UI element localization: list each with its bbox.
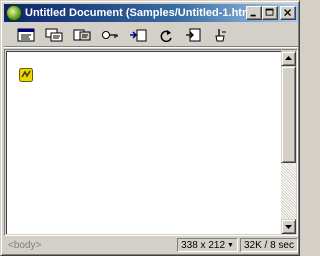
download-stats: 32K / 8 sec — [239, 238, 298, 252]
design-view-canvas[interactable] — [6, 51, 283, 234]
scroll-up-button[interactable] — [281, 51, 296, 66]
code-navigation-icon[interactable] — [210, 25, 234, 45]
status-bar: <body> 338 x 212 ▼ 32K / 8 sec — [4, 237, 298, 253]
page-properties-icon[interactable] — [70, 25, 94, 45]
maximize-button[interactable] — [262, 6, 278, 20]
window-size-popup[interactable]: 338 x 212 ▼ — [177, 238, 238, 252]
window-size-value: 338 x 212 — [181, 239, 226, 251]
scroll-down-button[interactable] — [281, 219, 296, 234]
scroll-thumb[interactable] — [281, 66, 296, 163]
chevron-down-icon: ▼ — [227, 241, 234, 249]
vertical-scrollbar[interactable] — [281, 51, 296, 234]
tag-selector[interactable]: <body> — [4, 240, 175, 251]
refresh-icon[interactable] — [154, 25, 178, 45]
view-source-icon[interactable] — [14, 25, 38, 45]
minimize-button[interactable] — [246, 6, 262, 20]
dreamweaver-app-icon[interactable] — [6, 5, 22, 21]
key-icon[interactable] — [98, 25, 122, 45]
document-window: Untitled Document (Samples/Untitled-1.ht… — [0, 0, 300, 256]
close-button[interactable] — [280, 6, 296, 20]
invisible-element-marker-icon[interactable] — [19, 68, 33, 82]
reference-icon[interactable] — [182, 25, 206, 45]
file-management-icon[interactable] — [126, 25, 150, 45]
code-inspector-icon[interactable] — [42, 25, 66, 45]
document-toolbar — [4, 23, 298, 47]
document-frame — [4, 49, 298, 236]
title-bar[interactable]: Untitled Document (Samples/Untitled-1.ht… — [4, 4, 298, 22]
window-title: Untitled Document (Samples/Untitled-1.ht… — [25, 7, 246, 19]
